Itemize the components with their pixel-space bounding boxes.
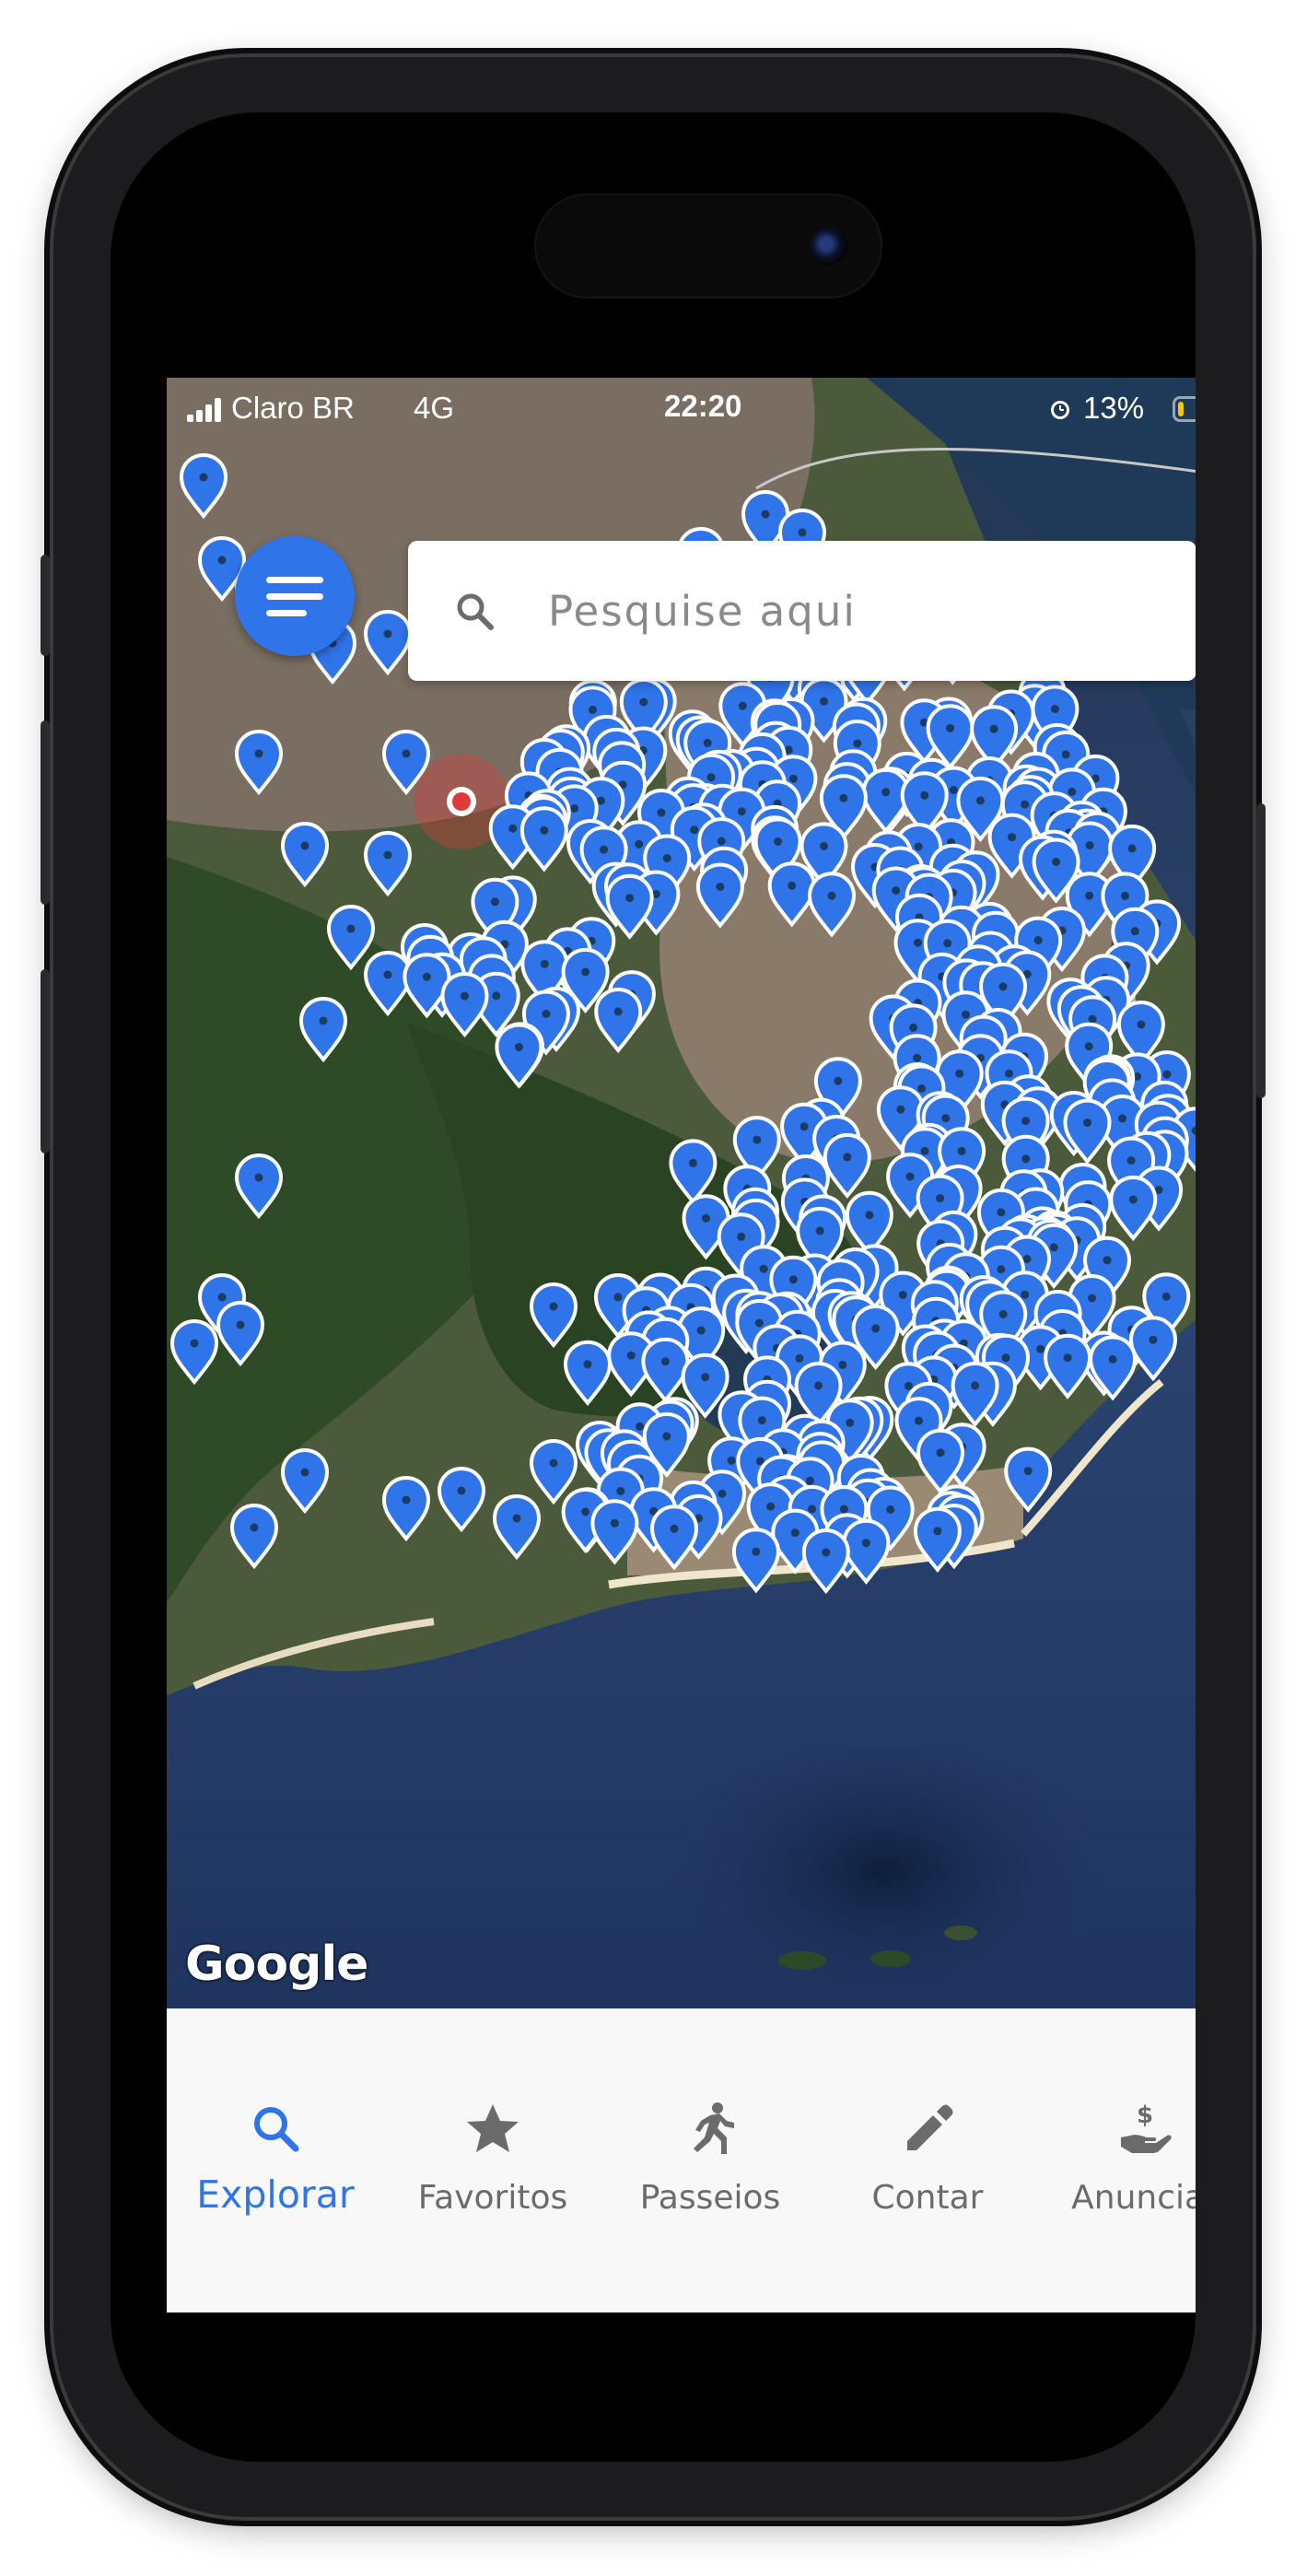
phone-frame: Claro BR 4G 22:20 13% Pesquise aqui Goog… <box>41 57 1266 2517</box>
battery-icon <box>1173 396 1196 422</box>
nav-label-favoritos: Favoritos <box>417 2179 568 2217</box>
hand-coin-icon: $ <box>1121 2102 1172 2153</box>
power-button <box>1256 803 1266 1098</box>
nav-anunciar[interactable]: $ Anunciar <box>1036 2008 1196 2313</box>
volume-down-button <box>41 969 50 1153</box>
nav-label-contar: Contar <box>871 2179 984 2217</box>
google-attribution-logo: Google <box>185 1937 368 1992</box>
nav-explorar[interactable]: Explorar <box>167 2008 384 2313</box>
search-icon <box>457 593 494 630</box>
menu-button[interactable] <box>235 536 355 656</box>
front-camera <box>809 227 847 265</box>
bottom-navigation: Explorar Favoritos Passeios Contar $ Anu… <box>167 2008 1196 2313</box>
battery-level <box>1178 402 1184 416</box>
running-person-icon <box>694 2102 734 2154</box>
dynamic-island <box>534 193 882 299</box>
app-screen: Claro BR 4G 22:20 13% Pesquise aqui Goog… <box>167 378 1196 2313</box>
svg-text:$: $ <box>1137 2102 1153 2129</box>
star-icon <box>467 2104 519 2152</box>
nav-label-explorar: Explorar <box>196 2172 355 2217</box>
phone-bezel: Claro BR 4G 22:20 13% Pesquise aqui Goog… <box>111 112 1196 2462</box>
alarm-icon <box>1051 401 1069 419</box>
pencil-icon <box>907 2104 953 2150</box>
battery-percent: 13% <box>1083 391 1145 425</box>
nav-favoritos[interactable]: Favoritos <box>384 2008 601 2313</box>
carrier-name: Claro BR <box>231 391 355 425</box>
search-icon <box>254 2107 299 2152</box>
volume-up-button <box>41 720 50 905</box>
nav-label-passeios: Passeios <box>639 2179 781 2217</box>
status-bar: Claro BR 4G 22:20 13% <box>167 378 1196 442</box>
search-bar[interactable] <box>408 541 1196 681</box>
mute-switch <box>41 555 50 656</box>
nav-passeios[interactable]: Passeios <box>601 2008 819 2313</box>
clock: 22:20 <box>664 389 742 423</box>
nav-label-anunciar: Anunciar <box>1071 2179 1196 2217</box>
signal-icon <box>187 398 224 422</box>
nav-contar[interactable]: Contar <box>819 2008 1036 2313</box>
network-type: 4G <box>414 391 455 425</box>
map-view[interactable]: Claro BR 4G 22:20 13% Pesquise aqui Goog… <box>167 378 1196 2008</box>
search-input[interactable] <box>546 578 1176 644</box>
